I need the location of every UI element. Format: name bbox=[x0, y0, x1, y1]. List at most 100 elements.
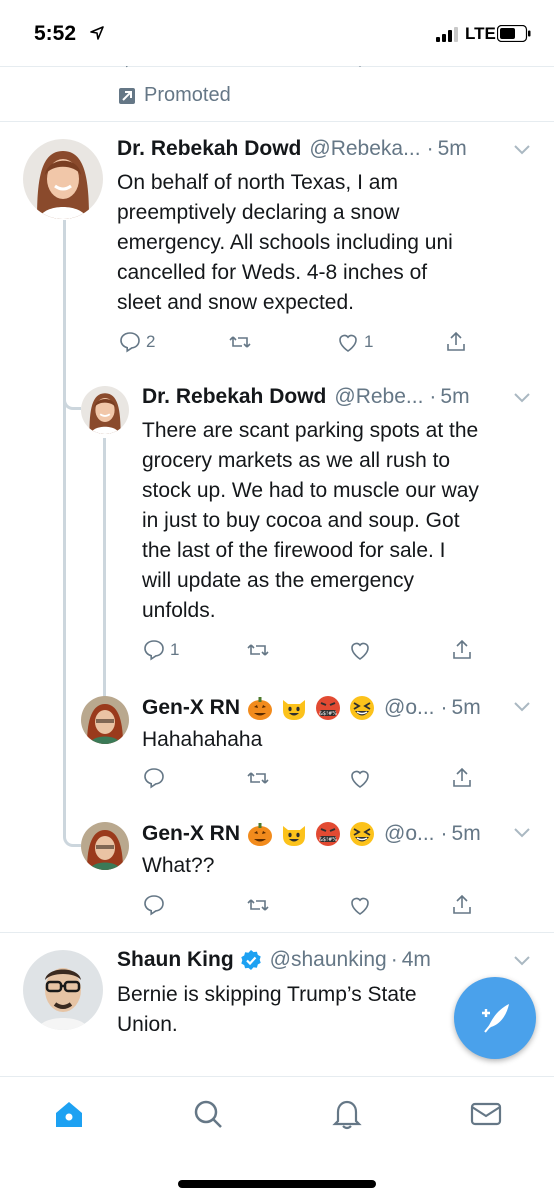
tweet-divider bbox=[0, 121, 554, 122]
reply-icon bbox=[144, 640, 164, 661]
like-icon bbox=[351, 642, 369, 660]
status-time: 5:52 bbox=[34, 22, 77, 45]
handle[interactable]: @o... bbox=[384, 822, 435, 846]
share-button[interactable] bbox=[450, 893, 474, 917]
compose-tweet-button[interactable] bbox=[454, 977, 536, 1059]
chevron-down-icon[interactable] bbox=[514, 702, 530, 712]
like-button[interactable] bbox=[348, 893, 372, 917]
tweet-header: Dr. Rebekah Dowd @Rebeka... · 5m bbox=[117, 137, 467, 161]
jack-o-lantern-icon bbox=[248, 823, 273, 846]
reply-button[interactable]: 2 bbox=[118, 330, 155, 354]
avatar-genx-icon bbox=[81, 696, 129, 744]
reply-button[interactable] bbox=[142, 766, 166, 790]
thread-elbow bbox=[63, 392, 81, 410]
timestamp: 4m bbox=[401, 948, 431, 971]
retweet-icon bbox=[247, 772, 269, 784]
tweet-divider bbox=[0, 932, 554, 933]
like-button[interactable] bbox=[348, 766, 372, 790]
reply-count: 1 bbox=[170, 640, 180, 659]
search-icon[interactable] bbox=[191, 1097, 225, 1131]
retweet-button[interactable] bbox=[228, 330, 252, 354]
share-icon bbox=[453, 894, 471, 914]
display-name[interactable]: Shaun King bbox=[117, 948, 234, 972]
grinning-cat-icon bbox=[283, 826, 306, 846]
avatar-rebekah-icon bbox=[81, 386, 129, 434]
timestamp: 5m bbox=[451, 822, 481, 845]
like-icon bbox=[351, 897, 369, 915]
home-icon[interactable] bbox=[52, 1097, 86, 1131]
thread-elbow bbox=[63, 829, 81, 847]
battery-icon bbox=[497, 25, 531, 42]
handle[interactable]: @Rebeka... bbox=[309, 137, 420, 161]
reply-button[interactable]: 1 bbox=[142, 638, 179, 662]
tweet-header: Shaun King @shaunking · 4m bbox=[117, 948, 431, 972]
dot-separator: · bbox=[426, 137, 434, 160]
retweet-button[interactable] bbox=[246, 893, 270, 917]
share-button[interactable] bbox=[450, 638, 474, 662]
messages-icon[interactable] bbox=[469, 1097, 503, 1131]
share-button[interactable] bbox=[444, 330, 468, 354]
avatar[interactable] bbox=[23, 139, 103, 219]
tweet-header: Gen-X RN &$!#% @o... · 5m bbox=[142, 820, 481, 848]
share-icon bbox=[453, 767, 471, 787]
tweet-actions: 2 1 bbox=[118, 330, 498, 356]
reply-icon bbox=[144, 768, 164, 789]
handle[interactable]: @shaunking bbox=[270, 948, 387, 972]
promoted-icon bbox=[119, 87, 135, 104]
retweet-icon bbox=[229, 336, 251, 348]
svg-text:&$!#%: &$!#% bbox=[319, 711, 337, 717]
promoted-label[interactable]: Promoted bbox=[118, 84, 231, 107]
signal-icon bbox=[436, 27, 458, 42]
thread-line-inner bbox=[103, 438, 106, 700]
reply-icon bbox=[144, 895, 164, 916]
avatar[interactable] bbox=[81, 386, 129, 434]
dot-separator: · bbox=[440, 822, 448, 845]
cursing-face-icon: &$!#% bbox=[316, 822, 341, 846]
cursing-face-icon: &$!#% bbox=[316, 696, 341, 720]
retweet-icon bbox=[247, 644, 269, 656]
dot-separator: · bbox=[390, 948, 398, 971]
reply-icon bbox=[120, 332, 140, 353]
tweet-header: Dr. Rebekah Dowd @Rebe... · 5m bbox=[142, 385, 470, 409]
retweet-button[interactable] bbox=[246, 638, 270, 662]
notifications-icon[interactable] bbox=[330, 1097, 364, 1131]
tweet-actions: 1 bbox=[142, 638, 522, 664]
promoted-text: Promoted bbox=[144, 84, 231, 106]
tweet-text: On behalf of north Texas, I am preemptiv… bbox=[117, 171, 453, 314]
dot-separator: · bbox=[440, 696, 448, 719]
tweet-header: Gen-X RN &$!#% @o... · 5m bbox=[142, 694, 481, 722]
tweet-text: There are scant parking spots at the gro… bbox=[142, 419, 479, 622]
reply-count: 2 bbox=[146, 332, 156, 351]
handle[interactable]: @o... bbox=[384, 696, 435, 720]
share-icon bbox=[453, 639, 471, 659]
avatar-shaun-icon bbox=[23, 950, 103, 1030]
chevron-down-icon[interactable] bbox=[514, 145, 530, 155]
avatar[interactable] bbox=[81, 822, 129, 870]
display-name[interactable]: Gen-X RN bbox=[142, 696, 240, 720]
reply-button[interactable] bbox=[142, 893, 166, 917]
compose-feather-icon bbox=[482, 1004, 509, 1033]
avatar[interactable] bbox=[23, 950, 103, 1030]
network-type: LTE bbox=[465, 24, 496, 43]
tweet-actions bbox=[142, 893, 522, 919]
like-icon bbox=[339, 334, 357, 352]
chevron-down-icon[interactable] bbox=[514, 828, 530, 838]
like-button[interactable]: 1 bbox=[336, 330, 373, 354]
handle[interactable]: @Rebe... bbox=[334, 385, 423, 409]
like-button[interactable] bbox=[348, 638, 372, 662]
share-button[interactable] bbox=[450, 766, 474, 790]
avatar-genx-icon bbox=[81, 822, 129, 870]
retweet-button[interactable] bbox=[246, 766, 270, 790]
display-name[interactable]: Dr. Rebekah Dowd bbox=[117, 137, 301, 161]
avatar[interactable] bbox=[81, 696, 129, 744]
home-indicator[interactable] bbox=[178, 1180, 376, 1188]
tweet-text: What?? bbox=[142, 854, 215, 877]
chevron-down-icon[interactable] bbox=[514, 956, 530, 966]
grinning-squinting-face-icon bbox=[350, 822, 375, 846]
tweet-actions bbox=[142, 766, 522, 792]
display-name[interactable]: Dr. Rebekah Dowd bbox=[142, 385, 326, 409]
chevron-down-icon[interactable] bbox=[514, 393, 530, 403]
tweet-text: Hahahahaha bbox=[142, 728, 263, 751]
jack-o-lantern-icon bbox=[248, 697, 273, 720]
display-name[interactable]: Gen-X RN bbox=[142, 822, 240, 846]
